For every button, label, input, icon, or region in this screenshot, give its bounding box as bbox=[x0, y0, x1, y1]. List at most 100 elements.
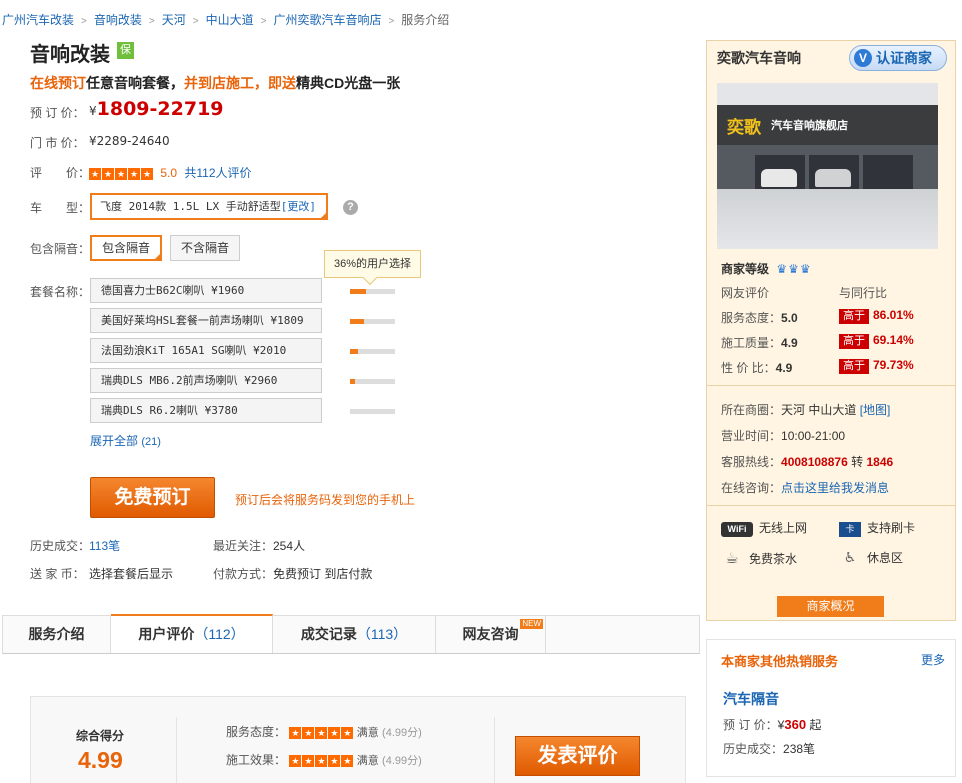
breadcrumb-item-city[interactable]: 广州汽车改装 bbox=[2, 13, 74, 27]
compare-pct: 86.01% bbox=[873, 308, 914, 322]
free-book-button[interactable]: 免费预订 bbox=[90, 477, 215, 518]
promo-part2: 任意音响套餐， bbox=[86, 75, 184, 91]
rating-score: 5.0 bbox=[160, 166, 178, 180]
package-option[interactable]: 德国喜力士B62C喇叭 ¥1960 bbox=[90, 278, 322, 303]
shop-front bbox=[717, 145, 938, 189]
chevron-right-icon: > bbox=[260, 16, 267, 27]
map-link[interactable]: [地图] bbox=[860, 403, 891, 417]
package-option[interactable]: 美国好莱坞HSL套餐一前声场喇叭 ¥1809 bbox=[90, 308, 322, 333]
photo-sky bbox=[717, 83, 938, 105]
car-shape bbox=[815, 169, 851, 187]
breadcrumb-item-area[interactable]: 中山大道 bbox=[206, 13, 254, 27]
guarantee-badge: 保 bbox=[117, 42, 134, 59]
area-value: 天河 中山大道 bbox=[781, 403, 857, 417]
tab-count: （112） bbox=[194, 626, 245, 642]
soundproof-option-include[interactable]: 包含隔音 bbox=[90, 235, 163, 261]
star-icon: ★ bbox=[141, 167, 153, 180]
hours-value: 10:00-21:00 bbox=[781, 429, 846, 443]
promo-part3: 并到店施工，即送 bbox=[184, 75, 296, 91]
hot-services-more-link[interactable]: 更多 bbox=[921, 651, 945, 668]
breadcrumb-item-district[interactable]: 天河 bbox=[162, 13, 186, 27]
level-crown-icon: ♛♛♛ bbox=[776, 262, 812, 276]
page-title: 音响改装 bbox=[30, 44, 110, 66]
package-option[interactable]: 瑞典DLS R6.2喇叭 ¥3780 bbox=[90, 398, 322, 423]
soundproof-option-label: 包含隔音 bbox=[102, 241, 151, 255]
soundproof-option-exclude[interactable]: 不含隔音 bbox=[170, 235, 241, 261]
hot-service-history: 历史成交：238笔 bbox=[723, 740, 815, 757]
shop-overview-button[interactable]: 商家概况 bbox=[777, 596, 884, 617]
booking-price-value: 1809-22719 bbox=[96, 98, 224, 120]
shop-photo[interactable]: 奕歌 汽车音响旗舰店 bbox=[717, 83, 938, 249]
shop-rating-score: 4.9 bbox=[781, 336, 798, 350]
star-icon: ★ bbox=[289, 726, 302, 739]
popularity-bar bbox=[350, 379, 395, 384]
review-item-score: (4.99分) bbox=[382, 755, 422, 767]
car-change-link[interactable]: [更改] bbox=[281, 200, 316, 213]
star-icon: ★ bbox=[315, 754, 328, 767]
hot-price-suffix: 起 bbox=[809, 718, 822, 732]
chevron-right-icon: > bbox=[192, 16, 199, 27]
package-option[interactable]: 瑞典DLS MB6.2前声场喇叭 ¥2960 bbox=[90, 368, 322, 393]
history-value-link[interactable]: 113笔 bbox=[89, 537, 120, 554]
breadcrumb-item-shop[interactable]: 广州奕歌汽车音响店 bbox=[273, 13, 381, 27]
shop-phone: 客服热线：4008108876 转 1846 bbox=[721, 453, 893, 470]
package-name: 瑞典DLS MB6.2前声场喇叭 ¥2960 bbox=[101, 374, 278, 387]
breadcrumb-current: 服务介绍 bbox=[401, 13, 450, 27]
car-label: 车 型： bbox=[30, 201, 91, 215]
shop-area: 所在商圈：天河 中山大道 [地图] bbox=[721, 401, 890, 418]
consult-link[interactable]: 点击这里给我发消息 bbox=[781, 481, 889, 495]
post-review-button[interactable]: 发表评价 bbox=[515, 736, 640, 776]
help-icon[interactable]: ? bbox=[343, 200, 358, 215]
star-icon: ★ bbox=[302, 726, 315, 739]
phone-ext: 1846 bbox=[866, 455, 894, 469]
divider bbox=[707, 505, 955, 506]
area-label: 所在商圈： bbox=[721, 403, 782, 417]
car-model-value: 飞度 2014款 1.5L LX 手动舒适型 bbox=[100, 200, 281, 213]
consult-label: 在线咨询： bbox=[721, 481, 782, 495]
book-note: 预订后会将服务码发到您的手机上 bbox=[235, 493, 416, 507]
tooltip-text: 36%的用户选择 bbox=[333, 258, 412, 270]
amenity-label: 支持刷卡 bbox=[867, 521, 916, 535]
shop-rating-label: 施工质量： bbox=[721, 336, 782, 350]
amenity-rest: ♿ 休息区 bbox=[839, 549, 903, 566]
tab-user-reviews[interactable]: 用户评价（112） bbox=[111, 614, 273, 653]
star-icon: ★ bbox=[328, 754, 341, 767]
divider bbox=[176, 717, 177, 783]
shop-sign: 奕歌 汽车音响旗舰店 bbox=[717, 105, 938, 145]
tab-label: 服务介绍 bbox=[28, 626, 85, 642]
breadcrumb-item-category[interactable]: 音响改装 bbox=[94, 13, 142, 27]
follow-label: 最近关注： bbox=[213, 539, 274, 553]
wifi-icon: WiFi bbox=[721, 522, 753, 537]
star-icon: ★ bbox=[315, 726, 328, 739]
review-item: 服务态度： ★ ★ ★ ★ ★ 满意 (4.99分) bbox=[226, 723, 422, 740]
expand-all-count[interactable]: (21) bbox=[141, 436, 161, 448]
star-icon: ★ bbox=[289, 754, 302, 767]
review-item-score: (4.99分) bbox=[382, 727, 422, 739]
tab-service-intro[interactable]: 服务介绍 bbox=[3, 616, 111, 653]
breadcrumb: 广州汽车改装 > 音响改装 > 天河 > 中山大道 > 广州奕歌汽车音响店 > 服务介绍 bbox=[2, 11, 449, 28]
expand-all[interactable]: 展开全部 (21) bbox=[90, 432, 161, 449]
package-name: 德国喜力士B62C喇叭 ¥1960 bbox=[101, 284, 245, 297]
rating-stars: ★ ★ ★ ★ ★ bbox=[289, 754, 354, 767]
rating-count-link[interactable]: 共112人评价 bbox=[184, 166, 251, 180]
ground bbox=[717, 189, 938, 249]
hot-service-name-link[interactable]: 汽车隔音 bbox=[723, 689, 779, 709]
car-model-selector[interactable]: 飞度 2014款 1.5L LX 手动舒适型[更改] bbox=[90, 193, 328, 220]
promo-text: 在线预订任意音响套餐，并到店施工，即送精典CD光盘一张 bbox=[30, 73, 400, 93]
hot-history-label: 历史成交： bbox=[723, 742, 784, 756]
verified-badge[interactable]: V 认证商家 bbox=[849, 45, 947, 71]
tab-label: 网友咨询 bbox=[462, 626, 519, 642]
tab-transactions[interactable]: 成交记录（113） bbox=[273, 616, 436, 653]
tab-consult[interactable]: 网友咨询 NEW bbox=[436, 616, 546, 653]
coin-label: 送 家 币： bbox=[30, 567, 85, 581]
hot-services-title: 本商家其他热销服务 bbox=[721, 654, 839, 669]
popularity-bar-fill bbox=[350, 349, 359, 354]
garage-door bbox=[863, 155, 913, 189]
popularity-tooltip: 36%的用户选择 bbox=[324, 250, 421, 286]
expand-all-link[interactable]: 展开全部 bbox=[90, 434, 138, 448]
overall-score-value: 4.99 bbox=[78, 747, 123, 773]
star-icon: ★ bbox=[341, 726, 354, 739]
package-option[interactable]: 法国劲浪KiT 165A1 SG喇叭 ¥2010 bbox=[90, 338, 322, 363]
popularity-bar bbox=[350, 409, 395, 414]
amenity-label: 免费茶水 bbox=[749, 552, 798, 566]
